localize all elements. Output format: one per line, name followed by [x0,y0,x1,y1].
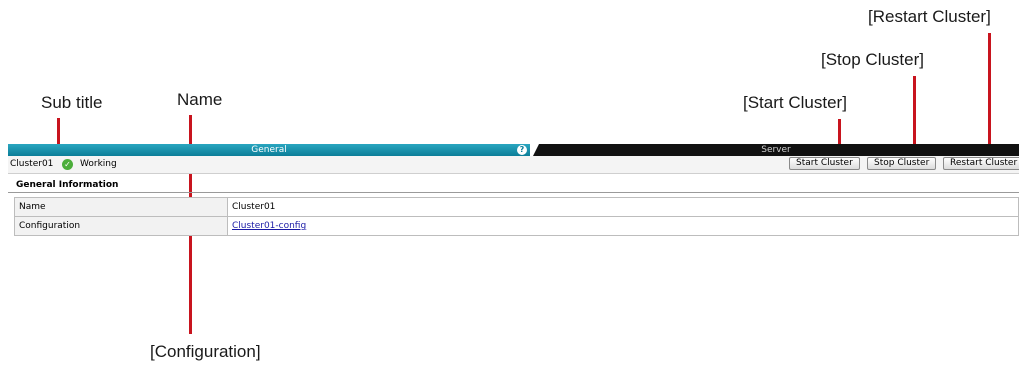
configuration-cell: Cluster01-config [227,216,1019,236]
name-value: Cluster01 [227,197,1019,217]
tab-general-label: General [251,145,287,155]
tab-server-label: Server [761,145,791,155]
tab-bar: General ? Server [8,144,1019,156]
annotation-configuration: [Configuration] [150,342,261,361]
annotation-configuration-line [189,228,192,334]
name-label: Name [14,197,228,217]
configuration-link[interactable]: Cluster01-config [232,221,306,231]
table-row: Name Cluster01 [14,197,1019,217]
general-information-header: General Information [8,178,1019,193]
start-cluster-button[interactable]: Start Cluster [789,157,860,170]
subtitle-bar: Cluster01 ✓ Working Start Cluster Stop C… [8,156,1019,174]
annotation-restart-cluster: [Restart Cluster] [868,7,991,26]
annotation-restart-cluster-line [988,33,991,161]
annotation-stop-cluster: [Stop Cluster] [821,50,924,69]
sub-title: Cluster01 [10,159,54,169]
annotation-name: Name [177,90,223,109]
general-information-table: Name Cluster01 Configuration Cluster01-c… [14,197,1019,236]
annotation-sub-title: Sub title [41,93,103,112]
annotation-start-cluster: [Start Cluster] [743,93,847,112]
status-text: Working [80,159,117,169]
restart-cluster-button[interactable]: Restart Cluster [943,157,1019,170]
table-row: Configuration Cluster01-config [14,216,1019,236]
stop-cluster-button[interactable]: Stop Cluster [867,157,937,170]
configuration-label: Configuration [14,216,228,236]
help-icon[interactable]: ? [517,145,527,155]
tab-server[interactable]: Server [533,144,1019,156]
check-circle-icon: ✓ [62,159,73,170]
general-information-title: General Information [16,180,119,190]
tab-general[interactable]: General ? [8,144,530,156]
